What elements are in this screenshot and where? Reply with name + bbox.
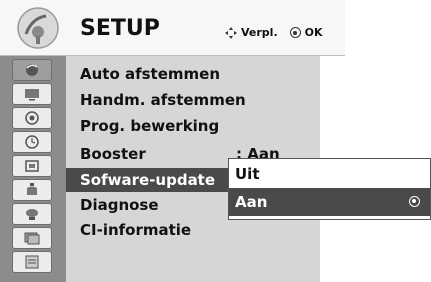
navigation-hint: Verpl. OK: [225, 26, 323, 39]
radio-selected-icon: [409, 196, 420, 207]
clock-icon[interactable]: [12, 131, 52, 153]
option-uit[interactable]: Uit: [229, 160, 430, 188]
usb-photo-icon[interactable]: [12, 227, 52, 249]
input-icon[interactable]: [12, 203, 52, 225]
menu-item-booster[interactable]: Booster: [80, 142, 146, 166]
picture-menu-icon[interactable]: [12, 59, 52, 81]
hint-ok-label: OK: [304, 26, 323, 39]
menu-item-prog-bewerking[interactable]: Prog. bewerking: [80, 114, 219, 138]
speaker-icon[interactable]: [12, 107, 52, 129]
option-aan[interactable]: Aan: [229, 188, 430, 216]
category-sidebar: [0, 56, 66, 282]
menu-item-sofware-update[interactable]: Sofware-update: [66, 168, 232, 192]
tv-screen-icon[interactable]: [12, 83, 52, 105]
option-icon[interactable]: [12, 179, 52, 201]
four-way-arrow-icon: [225, 26, 237, 39]
setup-satellite-icon: [16, 6, 60, 50]
menu-item-handm-afstemmen[interactable]: Handm. afstemmen: [80, 88, 246, 112]
hint-move-label: Verpl.: [241, 26, 278, 39]
menu-item-auto-afstemmen[interactable]: Auto afstemmen: [80, 62, 220, 86]
header: SETUP Verpl. OK: [0, 0, 345, 56]
ok-button-icon: [289, 27, 301, 38]
menu-item-diagnose[interactable]: Diagnose: [80, 193, 159, 217]
page-title: SETUP: [80, 16, 160, 41]
option-aan-label: Aan: [235, 193, 268, 211]
lock-icon[interactable]: [12, 155, 52, 177]
guide-icon[interactable]: [12, 251, 52, 273]
option-uit-label: Uit: [235, 165, 260, 183]
option-popup: Uit Aan: [228, 158, 431, 220]
menu-item-ci-informatie[interactable]: CI-informatie: [80, 218, 191, 242]
